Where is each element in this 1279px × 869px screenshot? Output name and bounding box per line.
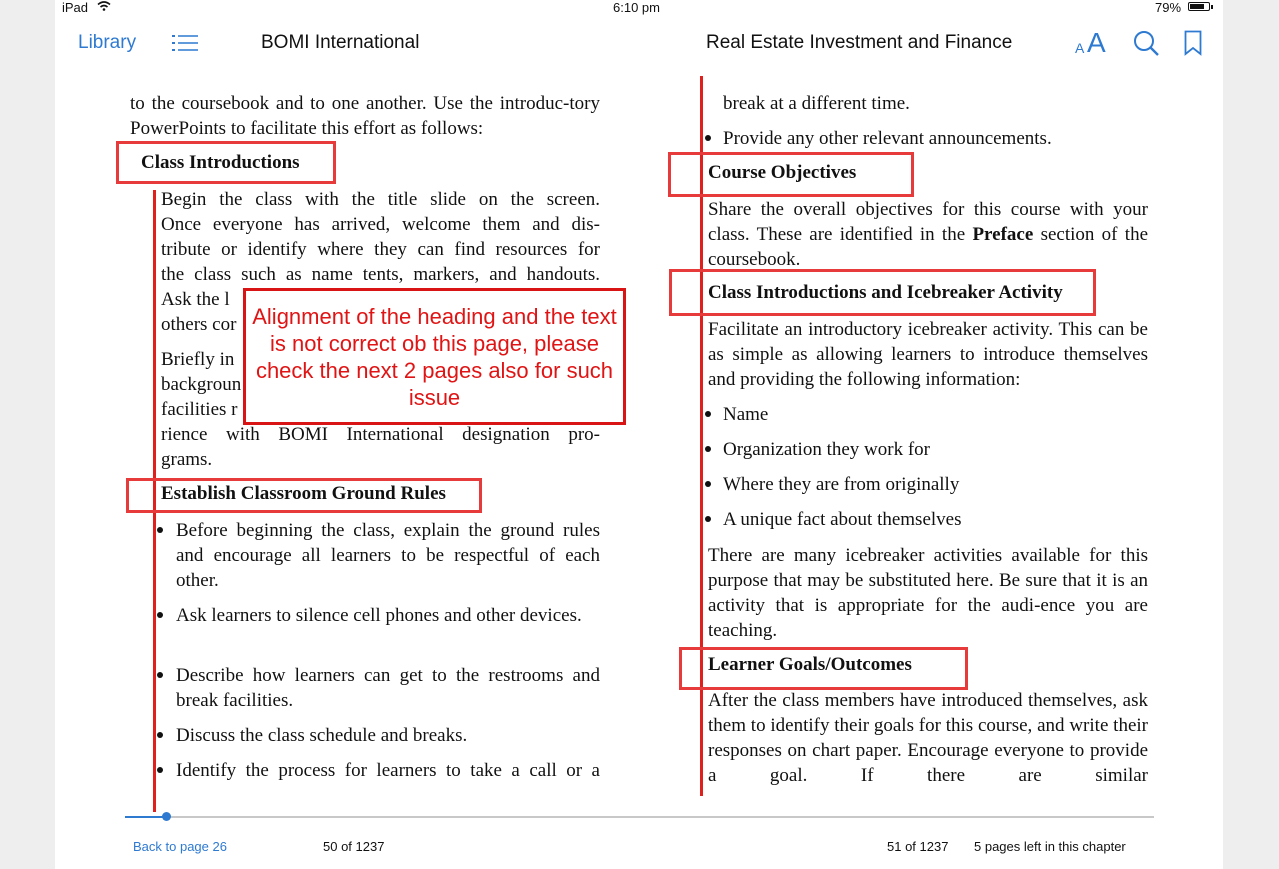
annotation-box-class-introductions [116, 141, 336, 184]
info-item: Where they are from originally [723, 474, 960, 495]
ground-rule-item: Discuss the class schedule and breaks. [176, 725, 468, 746]
right-page-number: 51 of 1237 [887, 839, 949, 854]
scrubber-progress [125, 816, 166, 818]
bullet-icon [705, 411, 711, 417]
icebreaker-text: Facilitate an introductory icebreaker ac… [708, 319, 1148, 390]
font-large-a: A [1087, 27, 1106, 58]
wifi-icon [97, 1, 111, 11]
annotation-box-learner-goals [679, 647, 968, 690]
icebreaker-note: There are many icebreaker activities ava… [708, 545, 1148, 641]
info-item: Organization they work for [723, 439, 931, 460]
ground-rule-item: Ask learners to silence cell phones and … [176, 605, 582, 626]
ground-rule-item: Identify the process for learners to tak… [176, 760, 600, 781]
bullet-icon [705, 135, 711, 141]
table-of-contents-icon[interactable] [172, 33, 198, 53]
bullet-icon [157, 527, 163, 533]
font-small-a: A [1075, 40, 1085, 56]
left-page-number: 50 of 1237 [323, 839, 385, 854]
course-objectives-text: Share the overall objectives for this co… [708, 199, 1149, 270]
search-icon[interactable] [1133, 30, 1161, 56]
annotation-box-course-objectives [668, 152, 914, 197]
annotation-box-icebreaker [669, 269, 1096, 316]
font-size-button[interactable]: A A [1075, 27, 1109, 58]
left-page-intro: to the coursebook and to one another. Us… [130, 93, 600, 139]
back-to-page-link[interactable]: Back to page 26 [133, 839, 227, 854]
book-author-title: BOMI International [261, 32, 420, 53]
right-continuation: break at a different time. [723, 93, 910, 114]
annotation-box-ground-rules [126, 478, 482, 513]
battery-icon [1188, 2, 1213, 11]
bullet-icon [705, 446, 711, 452]
scrubber-handle[interactable] [162, 812, 171, 821]
library-button[interactable]: Library [78, 32, 136, 54]
annotation-callout: Alignment of the heading and the text is… [243, 288, 626, 425]
status-time: 6:10 pm [613, 0, 660, 15]
bullet-icon [157, 732, 163, 738]
info-item: Name [723, 404, 769, 425]
page-scrubber[interactable] [125, 810, 1154, 824]
bookmark-icon[interactable] [1184, 30, 1202, 56]
bullet-icon [705, 516, 711, 522]
pages-left-in-chapter: 5 pages left in this chapter [974, 839, 1126, 854]
bullet-icon [157, 767, 163, 773]
ground-rule-item: Describe how learners can get to the res… [176, 665, 600, 711]
learner-goals-text: After the class members have introduced … [708, 690, 1148, 786]
battery-percent: 79% [1155, 0, 1182, 15]
bullet-icon [157, 672, 163, 678]
bullet-icon [157, 612, 163, 618]
announcement-item: Provide any other relevant announcements… [723, 128, 1052, 149]
bullet-icon [705, 481, 711, 487]
info-item: A unique fact about themselves [723, 509, 962, 530]
device-label: iPad [62, 0, 89, 15]
scrubber-track [125, 816, 1154, 818]
book-title: Real Estate Investment and Finance [706, 32, 1013, 53]
ground-rule-item: Before beginning the class, explain the … [176, 520, 600, 591]
